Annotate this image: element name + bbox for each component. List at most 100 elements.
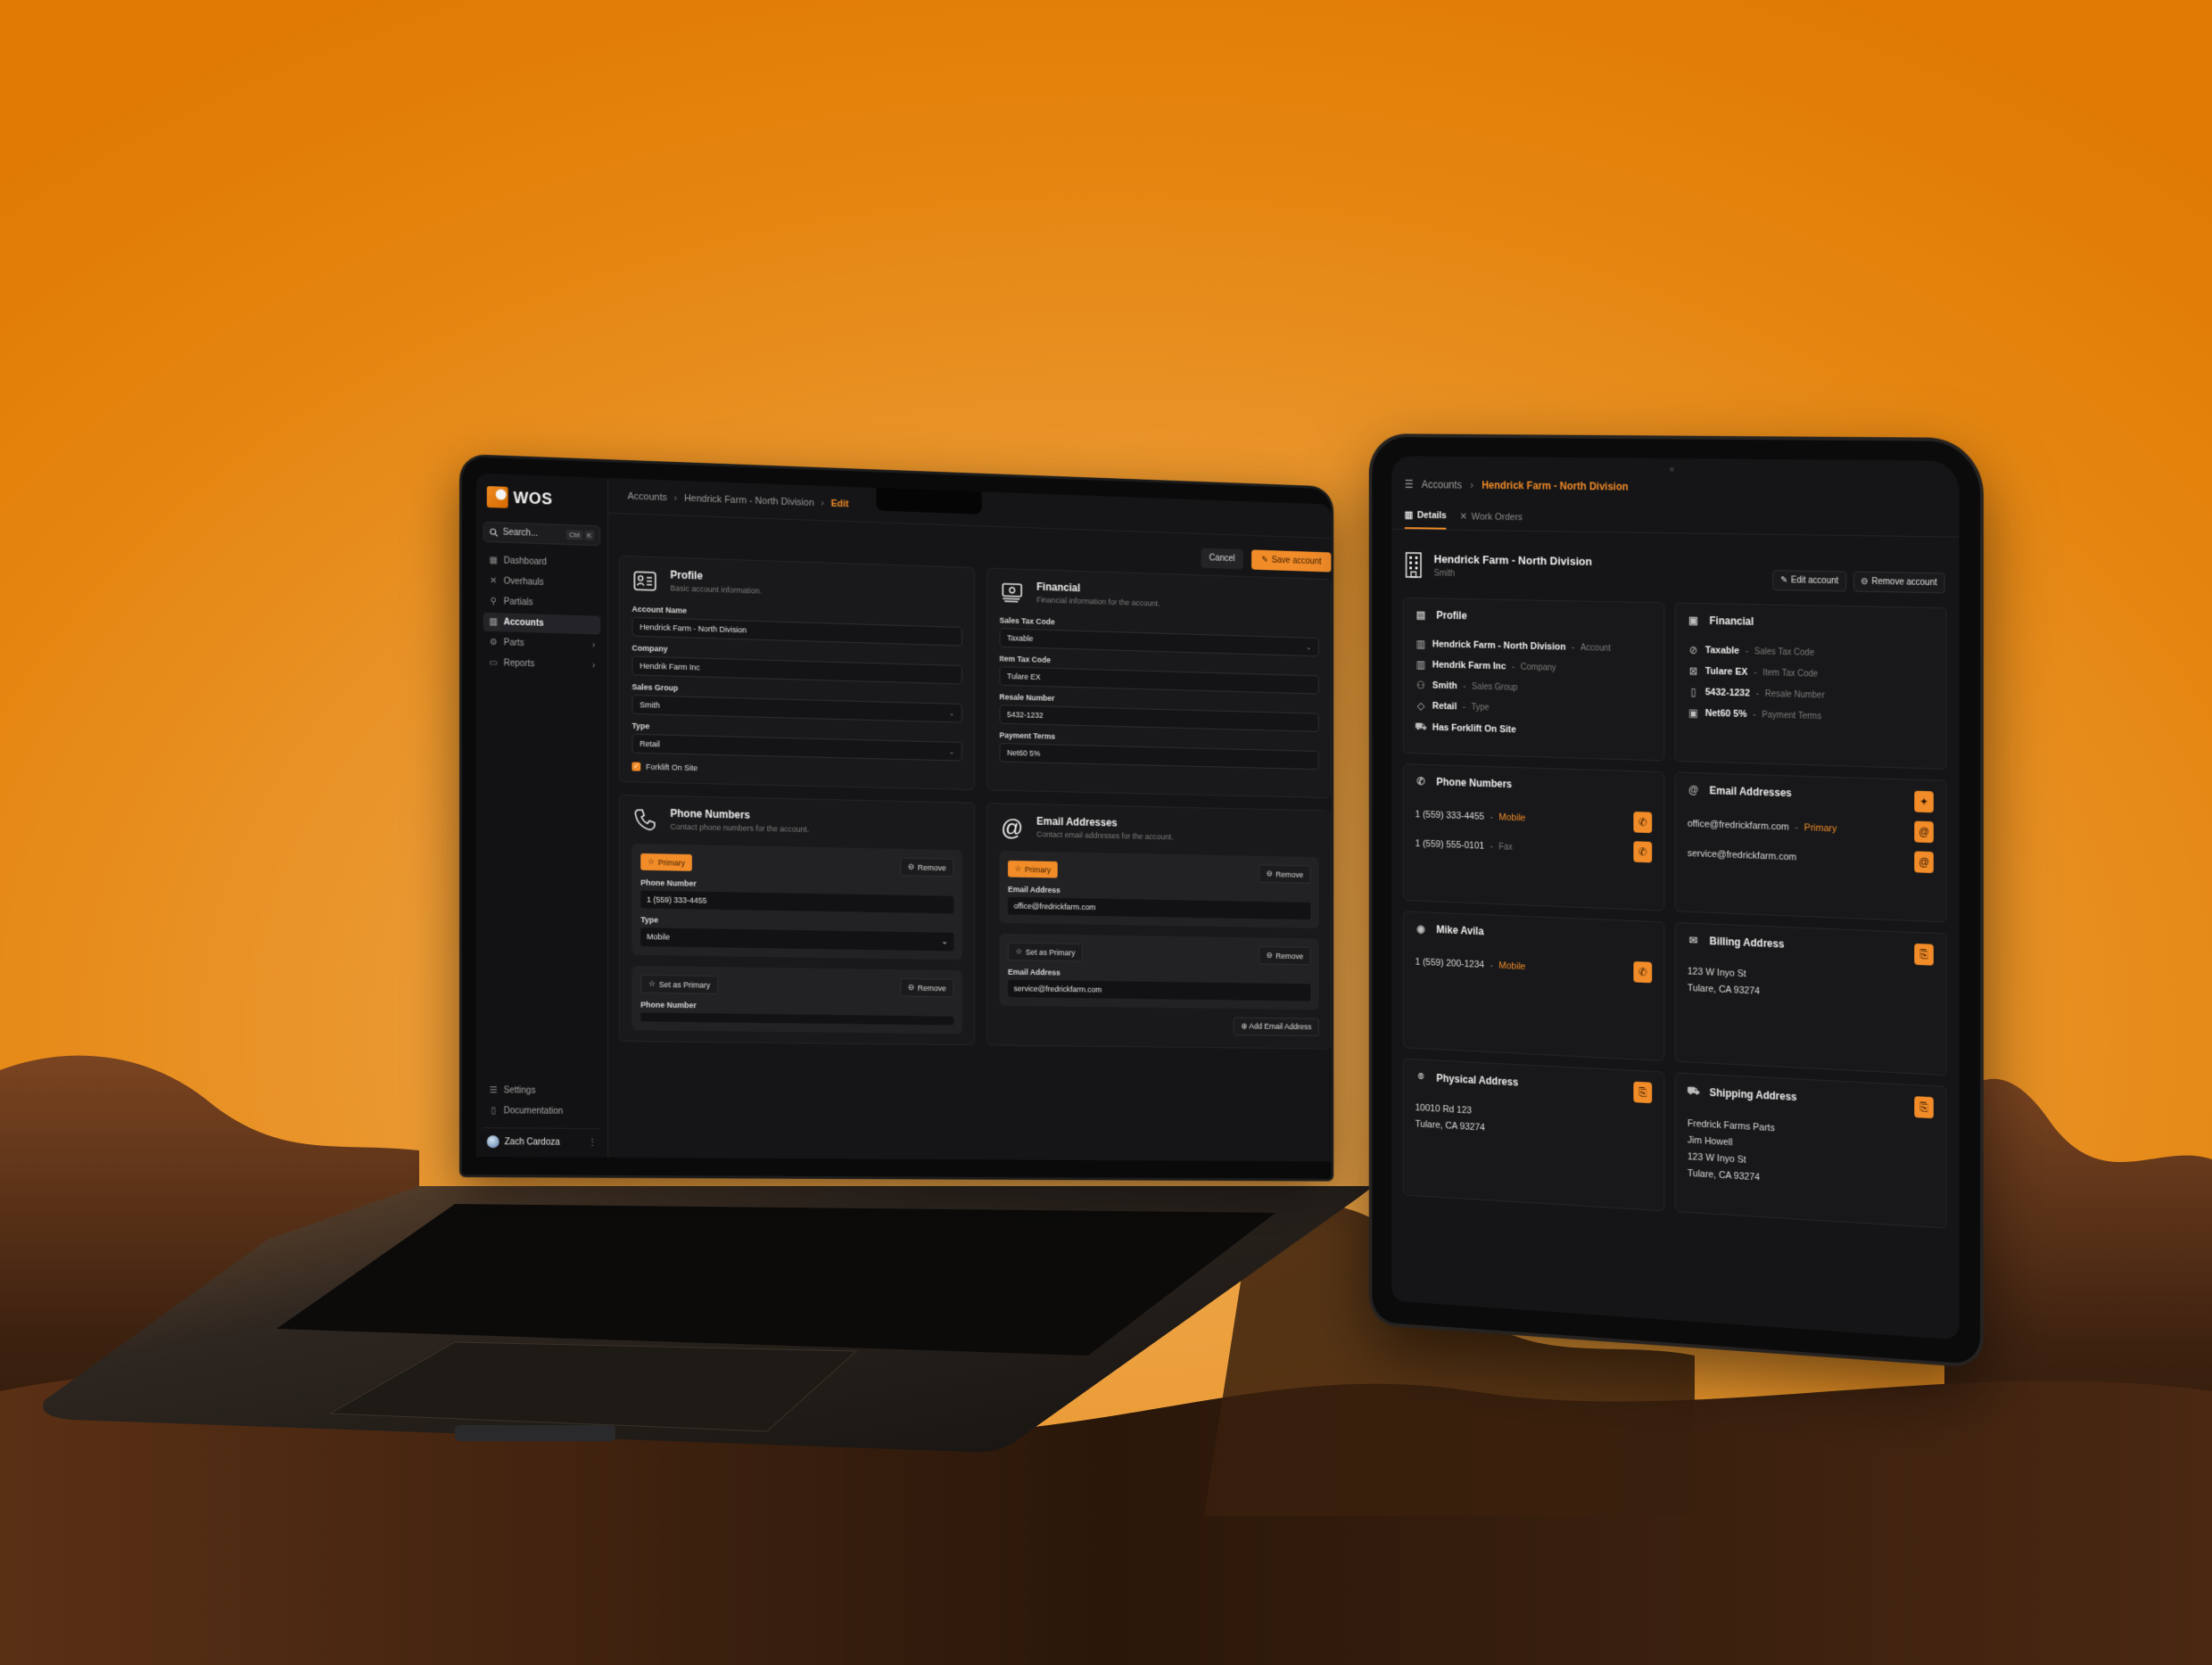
email-tag: Primary <box>1803 822 1837 835</box>
sparkles-button[interactable]: ✦ <box>1914 790 1934 813</box>
primary-badge[interactable]: ☆ Primary <box>640 853 692 871</box>
sidebar-item-reports[interactable]: ▭ Reports › <box>483 654 600 676</box>
copy-billing-button[interactable]: ⎘ <box>1914 943 1934 966</box>
phones-title: Phone Numbers <box>1436 775 1513 791</box>
menu-icon[interactable]: ☰ <box>1405 478 1414 490</box>
user-name: Zach Cardoza <box>504 1136 560 1148</box>
emails-subtitle: Contact email addresses for the account. <box>1036 829 1174 842</box>
phone-number-input[interactable]: 1 (559) 333-4455 <box>640 890 954 914</box>
edit-account-button[interactable]: ✎ Edit account <box>1772 570 1846 592</box>
chevron-down-icon: ⌄ <box>1306 642 1312 651</box>
item-tax-code-value: Tulare EX <box>1007 672 1041 682</box>
sidebar-item-partials[interactable]: ⚲ Partials <box>483 592 600 614</box>
forklift-on-site-checkbox[interactable]: ✓ Forklift On Site <box>631 762 962 779</box>
building-icon: ▥ <box>489 616 498 628</box>
sidebar-item-overhauls[interactable]: ✕ Overhauls <box>483 572 600 594</box>
primary-label: Primary <box>657 857 686 868</box>
copy-icon: ⎘ <box>1638 1085 1647 1099</box>
remove-account-label: Remove account <box>1871 576 1937 589</box>
id-card-icon: ▤ <box>1416 608 1426 622</box>
financial-card: ▣ Financial ⊘ Taxable - Sales Tax Code ⊠ Tula… <box>1674 602 1947 770</box>
remove-email-button[interactable]: ⊖ Remove <box>1259 864 1311 884</box>
phone-type-select[interactable]: Mobile ⌄ <box>640 927 954 952</box>
add-email-label: Add Email Address <box>1249 1021 1312 1032</box>
copy-shipping-button[interactable]: ⎘ <box>1914 1096 1934 1119</box>
set-as-primary-button[interactable]: ☆ Set as Primary <box>640 974 719 994</box>
search-placeholder: Search... <box>502 527 539 539</box>
building-icon: ▥ <box>1416 638 1426 651</box>
breadcrumb-accounts[interactable]: Accounts <box>1422 479 1462 491</box>
phone-number-label: Phone Number <box>640 1000 697 1010</box>
phone-number-input[interactable] <box>640 1012 954 1026</box>
account-sales-group: Smith <box>1433 568 1456 579</box>
sidebar-item-parts[interactable]: ⚙ Parts › <box>483 633 600 655</box>
sidebar-item-label: Settings <box>503 1085 536 1096</box>
breadcrumb-account[interactable]: Hendrick Farm - North Division <box>684 492 814 507</box>
copy-icon: ⎘ <box>1919 1100 1928 1114</box>
search-input[interactable]: Search... Ctrl K <box>483 521 601 547</box>
sidebar-item-documentation[interactable]: ▯ Documentation <box>483 1101 600 1121</box>
sidebar-item-label: Dashboard <box>503 556 548 568</box>
star-icon: ☆ <box>1015 946 1023 956</box>
brand[interactable]: WOS <box>486 486 597 511</box>
star-icon: ☆ <box>648 857 655 867</box>
plus-circle-icon: ⊕ <box>1241 1021 1250 1031</box>
add-email-address-button[interactable]: ⊕ Add Email Address <box>1234 1017 1319 1037</box>
save-account-label: Save account <box>1271 555 1322 567</box>
email-entry: ☆ Set as Primary ⊖ Remove Email Address se… <box>999 933 1319 1010</box>
laptop: WOS Search... Ctrl K ▦ Dashboard ✕ Overha… <box>462 457 1332 1179</box>
chevron-down-icon: ⌄ <box>941 936 948 946</box>
primary-badge[interactable]: ☆ Primary <box>1008 860 1058 878</box>
sales-group-select[interactable]: Smith ⌄ <box>631 695 962 723</box>
tab-work-orders[interactable]: ✕ Work Orders <box>1460 510 1523 531</box>
sidebar-item-label: Documentation <box>503 1106 564 1117</box>
remove-label: Remove <box>1275 870 1304 879</box>
remove-email-button[interactable]: ⊖ Remove <box>1259 946 1311 966</box>
email-addresses-card: @ Email Addresses ✦ office@fredrickfarm.c… <box>1674 771 1947 923</box>
cancel-button[interactable]: Cancel <box>1201 548 1243 570</box>
call-button[interactable]: ✆ <box>1633 960 1653 984</box>
email-address-label: Email Address <box>1008 967 1061 977</box>
remove-account-button[interactable]: ⊖ Remove account <box>1853 571 1945 594</box>
email-address-input[interactable]: service@fredrickfarm.com <box>1008 979 1311 1001</box>
email-card-header: @ Email Addresses Contact email addresse… <box>1000 814 1319 847</box>
remove-phone-button[interactable]: ⊖ Remove <box>900 977 954 998</box>
edit-icon: ✎ <box>1780 575 1788 586</box>
type-value: Retail <box>640 738 660 749</box>
sidebar-item-dashboard[interactable]: ▦ Dashboard <box>483 551 600 573</box>
profile-card-header: Profile Basic account information. <box>631 567 962 604</box>
search-shortcut: Ctrl K <box>565 529 595 541</box>
billing-title: Billing Address <box>1709 935 1785 951</box>
breadcrumb-accounts[interactable]: Accounts <box>628 490 667 502</box>
row-label: Resale Number <box>1764 688 1825 701</box>
email-address-label: Email Address <box>1008 885 1061 895</box>
row-value: Smith <box>1432 680 1457 692</box>
set-as-primary-button[interactable]: ☆ Set as Primary <box>1008 942 1083 962</box>
chevron-right-icon: › <box>591 661 596 672</box>
remove-label: Remove <box>917 862 946 872</box>
email-entry: ☆ Primary ⊖ Remove Email Address office@fr… <box>999 851 1319 928</box>
call-button[interactable]: ✆ <box>1633 812 1653 834</box>
send-email-button[interactable]: @ <box>1914 820 1934 844</box>
payment-terms-input[interactable]: Net60 5% <box>999 743 1319 771</box>
building-icon: ▥ <box>1404 509 1414 521</box>
copy-physical-button[interactable]: ⎘ <box>1633 1081 1653 1104</box>
user-menu[interactable]: Zach Cardoza ⋮ <box>483 1127 601 1149</box>
send-email-button[interactable]: @ <box>1914 851 1934 874</box>
phone-row: 1 (559) 333-4455- Mobile ✆ <box>1416 804 1653 834</box>
save-account-button[interactable]: ✎ Save account <box>1251 549 1332 573</box>
remove-phone-button[interactable]: ⊖ Remove <box>900 857 954 878</box>
email-address-input[interactable]: office@fredrickfarm.com <box>1008 896 1311 920</box>
resale-number-input[interactable]: 5432-1232 <box>999 705 1319 732</box>
call-button[interactable]: ✆ <box>1633 841 1653 863</box>
phone-type: Mobile <box>1498 812 1526 824</box>
more-vertical-icon[interactable]: ⋮ <box>588 1137 597 1147</box>
sidebar-item-settings[interactable]: ☰ Settings <box>483 1081 600 1100</box>
tab-details[interactable]: ▥ Details <box>1404 508 1447 530</box>
type-select[interactable]: Retail ⌄ <box>631 733 962 762</box>
sidebar-item-label: Parts <box>503 638 524 649</box>
sidebar-item-accounts[interactable]: ▥ Accounts <box>483 612 601 635</box>
sidebar-item-label: Reports <box>503 658 535 670</box>
financial-row-payment-terms: ▣ Net60 5% - Payment Terms <box>1688 706 1822 721</box>
